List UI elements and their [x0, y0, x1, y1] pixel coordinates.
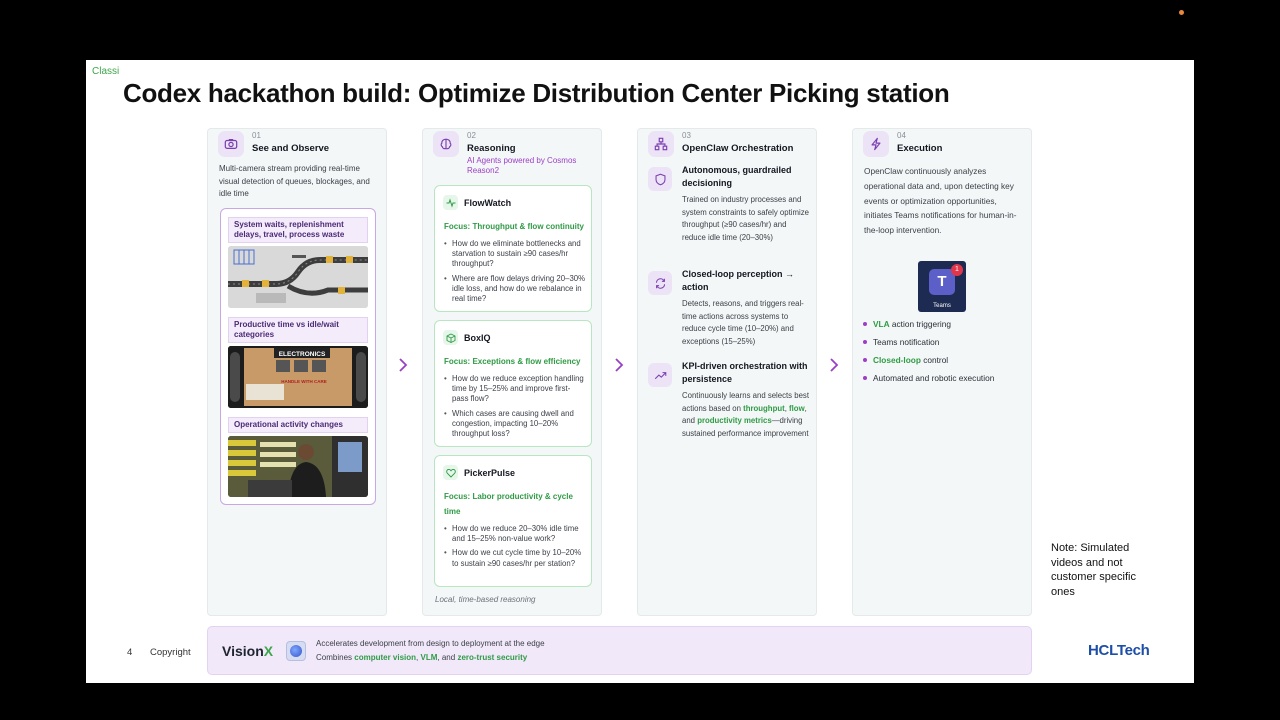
- loop-icon: [648, 271, 672, 295]
- worker-image: [228, 436, 368, 497]
- chip-icon: [286, 641, 306, 661]
- teams-app-icon: T 1 Teams: [918, 261, 966, 312]
- panel-description: OpenClaw continuously analyzes operation…: [864, 166, 1017, 236]
- observation-tag: System waits, replenishment delays, trav…: [228, 217, 368, 243]
- list-item: How do we eliminate bottlenecks and star…: [444, 239, 586, 270]
- classification-label: Classi: [92, 66, 120, 77]
- camera-icon: [218, 131, 244, 157]
- banner-line-1: Accelerates development from design to d…: [316, 639, 545, 648]
- list-item: Which cases are causing dwell and conges…: [444, 409, 586, 440]
- reasoning-panel: 02 Reasoning AI Agents powered by Cosmos…: [422, 128, 602, 616]
- agent-focus: Focus: Throughput & flow continuity: [444, 222, 584, 231]
- panel-subtitle: AI Agents powered by Cosmos Reason2: [467, 156, 577, 175]
- list-item: How do we reduce 20–30% idle time and 15…: [444, 524, 586, 544]
- box-icon: [443, 330, 458, 345]
- orchestration-item-desc: Trained on industry processes and system…: [682, 195, 809, 242]
- panel-title: OpenClaw Orchestration: [682, 143, 794, 154]
- step-number: 01: [252, 131, 261, 140]
- step-number: 03: [682, 131, 691, 140]
- list-item: Teams notification: [863, 336, 1023, 348]
- list-item: Automated and robotic execution: [863, 372, 1023, 384]
- step-number: 02: [467, 131, 476, 140]
- recording-indicator: [1179, 10, 1184, 15]
- notification-badge: 1: [951, 264, 963, 276]
- handle-label: HANDLE WITH CARE: [281, 379, 327, 384]
- list-item: Where are flow delays driving 20–30% idl…: [444, 274, 586, 305]
- orchestration-item-desc: Detects, reasons, and triggers real-time…: [682, 299, 804, 346]
- orchestration-item-title: Closed-loop perception → action: [682, 269, 795, 292]
- slide: Classi Codex hackathon build: Optimize D…: [86, 60, 1194, 683]
- panel-title: Execution: [897, 143, 943, 154]
- list-item: How do we cut cycle time by 10–20% to su…: [444, 548, 586, 568]
- page-number: 4: [127, 647, 133, 658]
- camera-feed-group: System waits, replenishment delays, trav…: [220, 208, 376, 505]
- conveyor-image: [228, 246, 368, 308]
- heart-pulse-icon: [443, 465, 458, 480]
- orchestration-item-desc: Continuously learns and selects best act…: [682, 391, 809, 438]
- agent-name: BoxIQ: [464, 332, 491, 343]
- agent-card-flowwatch: FlowWatch Focus: Throughput & flow conti…: [434, 185, 592, 312]
- agent-questions: How do we reduce 20–30% idle time and 15…: [444, 524, 586, 573]
- panel-title: See and Observe: [252, 143, 330, 154]
- panel-title: Reasoning: [467, 143, 516, 154]
- electronics-label: ELECTRONICS: [279, 351, 326, 358]
- observation-tag: Productive time vs idle/wait categories: [228, 317, 368, 343]
- lightning-icon: [863, 131, 889, 157]
- visionx-logo: VisionX: [222, 643, 274, 659]
- brain-icon: [433, 131, 459, 157]
- simulation-note: Note: Simulated videos and not customer …: [1051, 542, 1136, 598]
- reasoning-footnote: Local, time-based reasoning: [435, 595, 536, 604]
- agent-questions: How do we eliminate bottlenecks and star…: [444, 239, 586, 308]
- chevron-right-icon: [829, 358, 839, 372]
- execution-capabilities: VLA action triggering Teams notification…: [863, 318, 1023, 390]
- list-item: VLA action triggering: [863, 318, 1023, 330]
- observation-tag: Operational activity changes: [228, 417, 368, 433]
- panel-description: Multi-camera stream providing real-time …: [219, 164, 370, 198]
- package-image: ELECTRONICS HANDLE WITH CARE: [228, 346, 368, 408]
- slide-title: Codex hackathon build: Optimize Distribu…: [123, 78, 950, 108]
- list-item: Closed-loop control: [863, 354, 1023, 366]
- chevron-right-icon: [614, 358, 624, 372]
- trend-icon: [648, 363, 672, 387]
- orchestration-item-title: KPI-driven orchestration with persistenc…: [682, 361, 808, 384]
- orchestration-item-title: Autonomous, guardrailed decisioning: [682, 165, 792, 188]
- agent-name: PickerPulse: [464, 467, 516, 478]
- see-observe-panel: 01 See and Observe Multi-camera stream p…: [207, 128, 387, 616]
- agent-name: FlowWatch: [464, 197, 512, 208]
- network-icon: [648, 131, 674, 157]
- chevron-right-icon: [398, 358, 408, 372]
- orchestration-panel: 03 OpenClaw Orchestration Autonomous, gu…: [637, 128, 817, 616]
- agent-questions: How do we reduce exception handling time…: [444, 374, 586, 443]
- agent-card-boxiq: BoxIQ Focus: Exceptions & flow efficienc…: [434, 320, 592, 447]
- agent-card-pickerpulse: PickerPulse Focus: Labor productivity & …: [434, 455, 592, 587]
- agent-focus: Focus: Exceptions & flow efficiency: [444, 357, 581, 366]
- visionx-banner: VisionX Accelerates development from des…: [207, 626, 1032, 675]
- execution-panel: 04 Execution OpenClaw continuously analy…: [852, 128, 1032, 616]
- list-item: How do we reduce exception handling time…: [444, 374, 586, 405]
- agent-focus: Focus: Labor productivity & cycle time: [444, 492, 573, 516]
- step-number: 04: [897, 131, 906, 140]
- banner-line-2: Combines computer vision, VLM, and zero-…: [316, 653, 528, 662]
- hcltech-logo: HCLTech: [1088, 642, 1150, 659]
- shield-icon: [648, 167, 672, 191]
- pulse-icon: [443, 195, 458, 210]
- copyright-label: Copyright: [150, 647, 191, 658]
